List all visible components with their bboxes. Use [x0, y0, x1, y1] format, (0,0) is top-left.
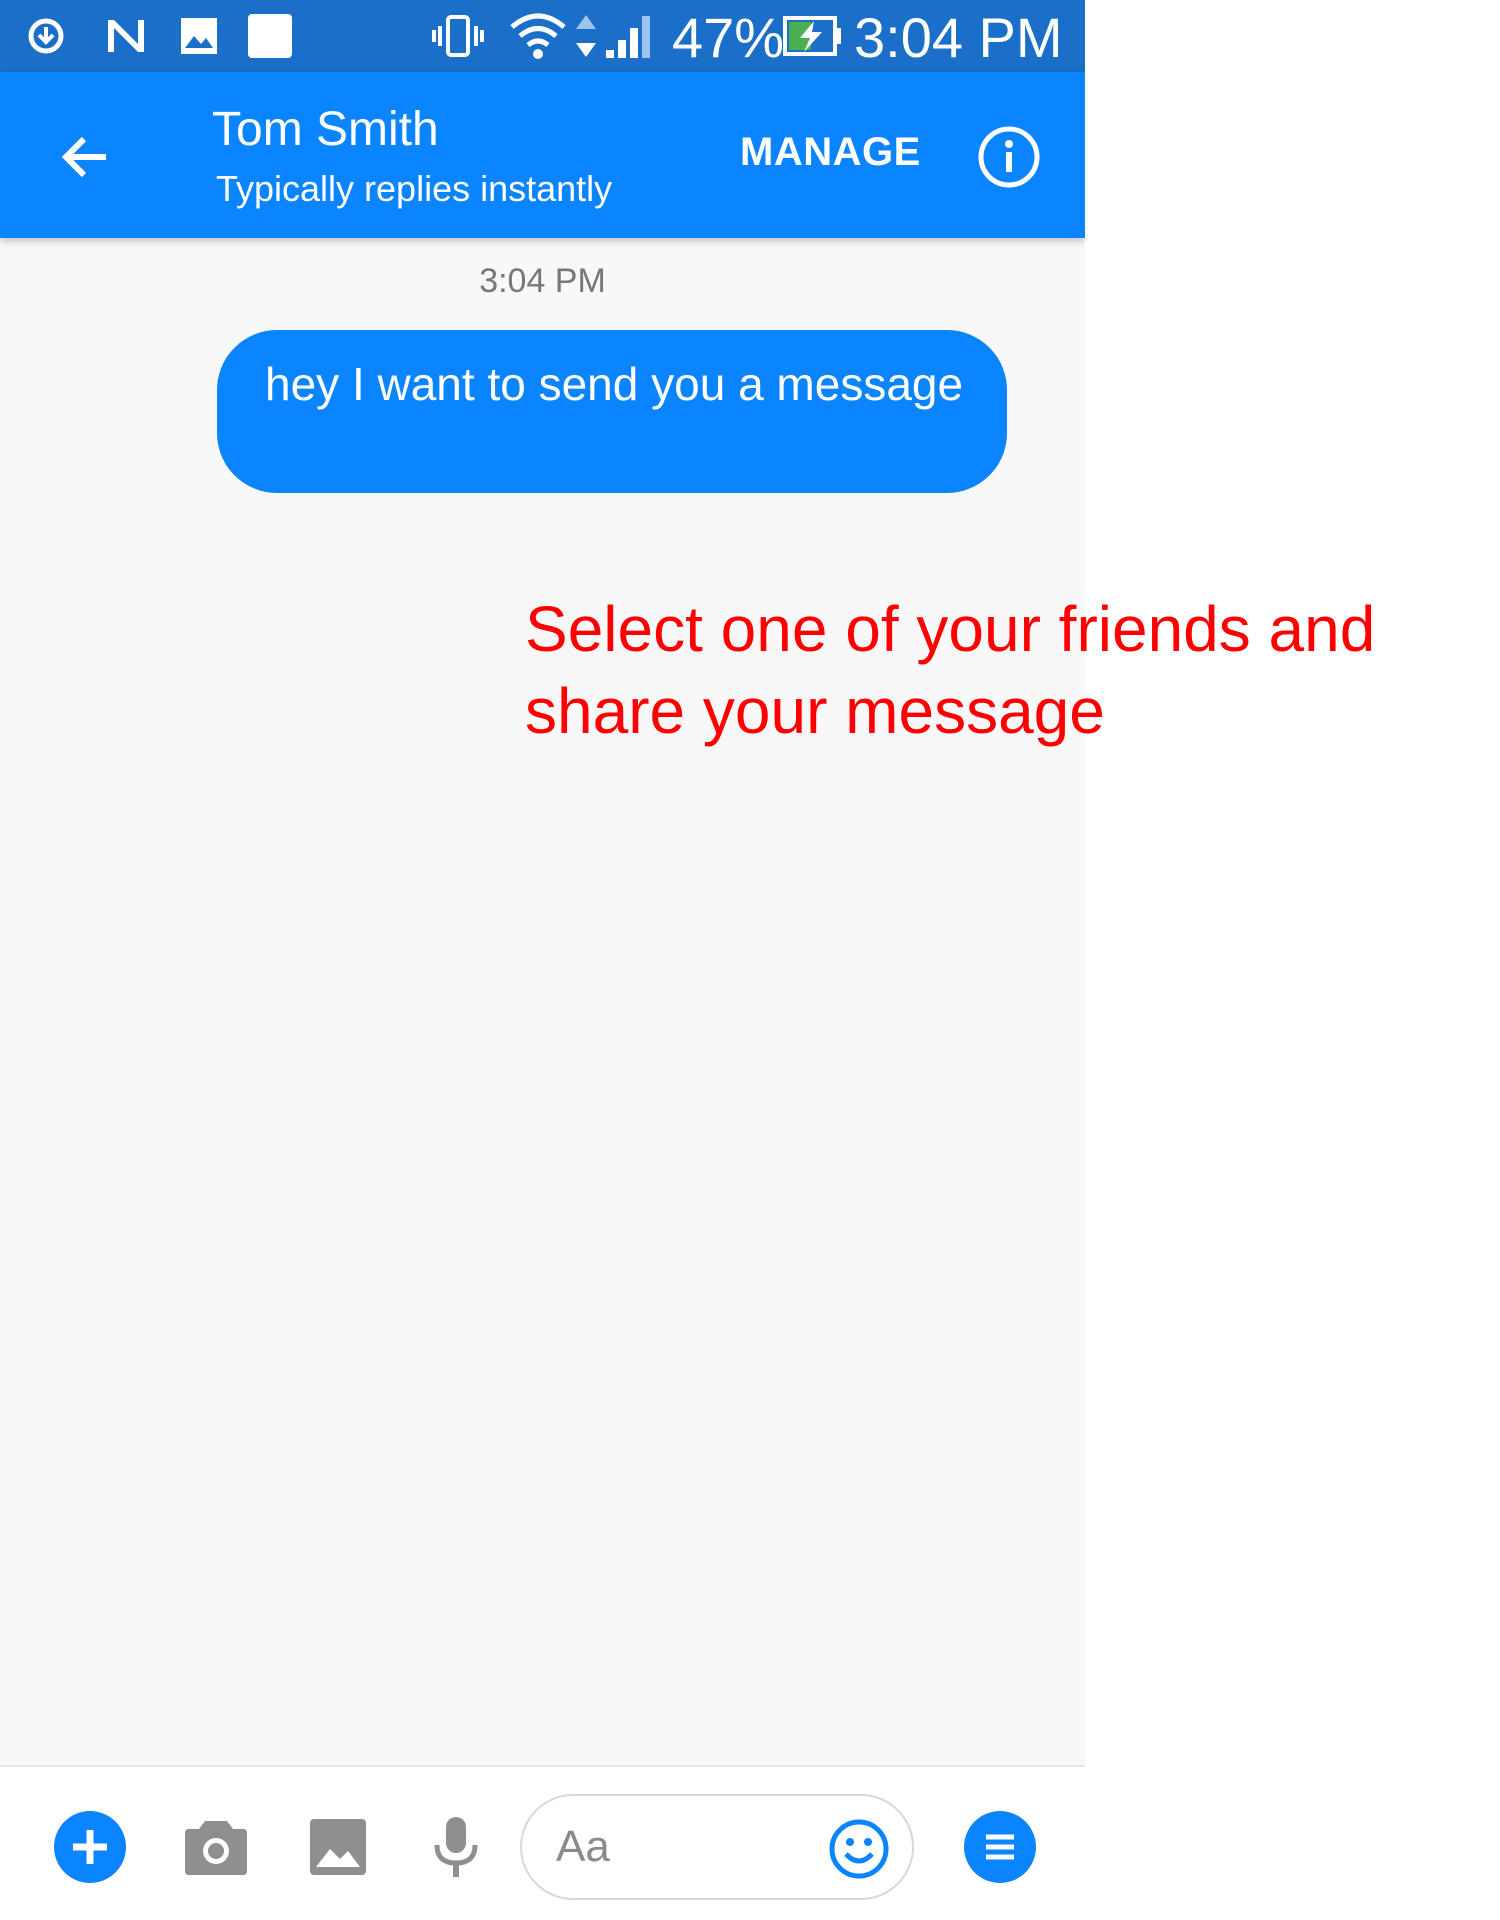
manage-button[interactable]: MANAGE — [740, 130, 921, 175]
arrow-left-icon[interactable] — [52, 124, 118, 190]
conversation-header: Tom Smith Typically replies instantly MA… — [0, 72, 1085, 238]
gallery-icon[interactable] — [300, 1809, 376, 1885]
battery-percent: 47% — [672, 6, 785, 69]
message-composer: Aa — [0, 1765, 1085, 1920]
contact-status: Typically replies instantly — [216, 168, 613, 209]
signal-icon — [604, 0, 658, 72]
status-bar: 47% 3:04 PM — [0, 0, 1085, 72]
info-icon[interactable] — [976, 124, 1042, 190]
menu-icon[interactable] — [962, 1809, 1038, 1885]
plus-icon[interactable] — [52, 1809, 128, 1885]
message-bubble[interactable]: hey I want to send you a message — [217, 330, 1007, 493]
wifi-icon — [508, 0, 568, 72]
message-text: hey I want to send you a message — [265, 358, 964, 410]
square-icon — [246, 0, 294, 72]
status-time: 3:04 PM — [854, 6, 1063, 69]
emoji-icon[interactable] — [828, 1818, 890, 1880]
image-icon — [176, 0, 222, 72]
message-timestamp: 3:04 PM — [479, 262, 606, 300]
vibrate-icon — [432, 0, 484, 72]
download-icon — [26, 0, 66, 72]
instruction-annotation: Select one of your friends and share you… — [525, 593, 1376, 747]
battery-charging-icon — [782, 0, 844, 72]
camera-icon[interactable] — [178, 1809, 254, 1885]
messenger-screen: 47% 3:04 PM Tom Smith Typically replies … — [0, 0, 1085, 1920]
nfc-n-icon — [104, 0, 148, 72]
message-input-placeholder: Aa — [556, 1822, 610, 1871]
data-arrows-icon — [572, 0, 600, 72]
microphone-icon[interactable] — [418, 1809, 494, 1885]
message-input[interactable]: Aa — [520, 1794, 914, 1900]
contact-name[interactable]: Tom Smith — [212, 102, 439, 157]
